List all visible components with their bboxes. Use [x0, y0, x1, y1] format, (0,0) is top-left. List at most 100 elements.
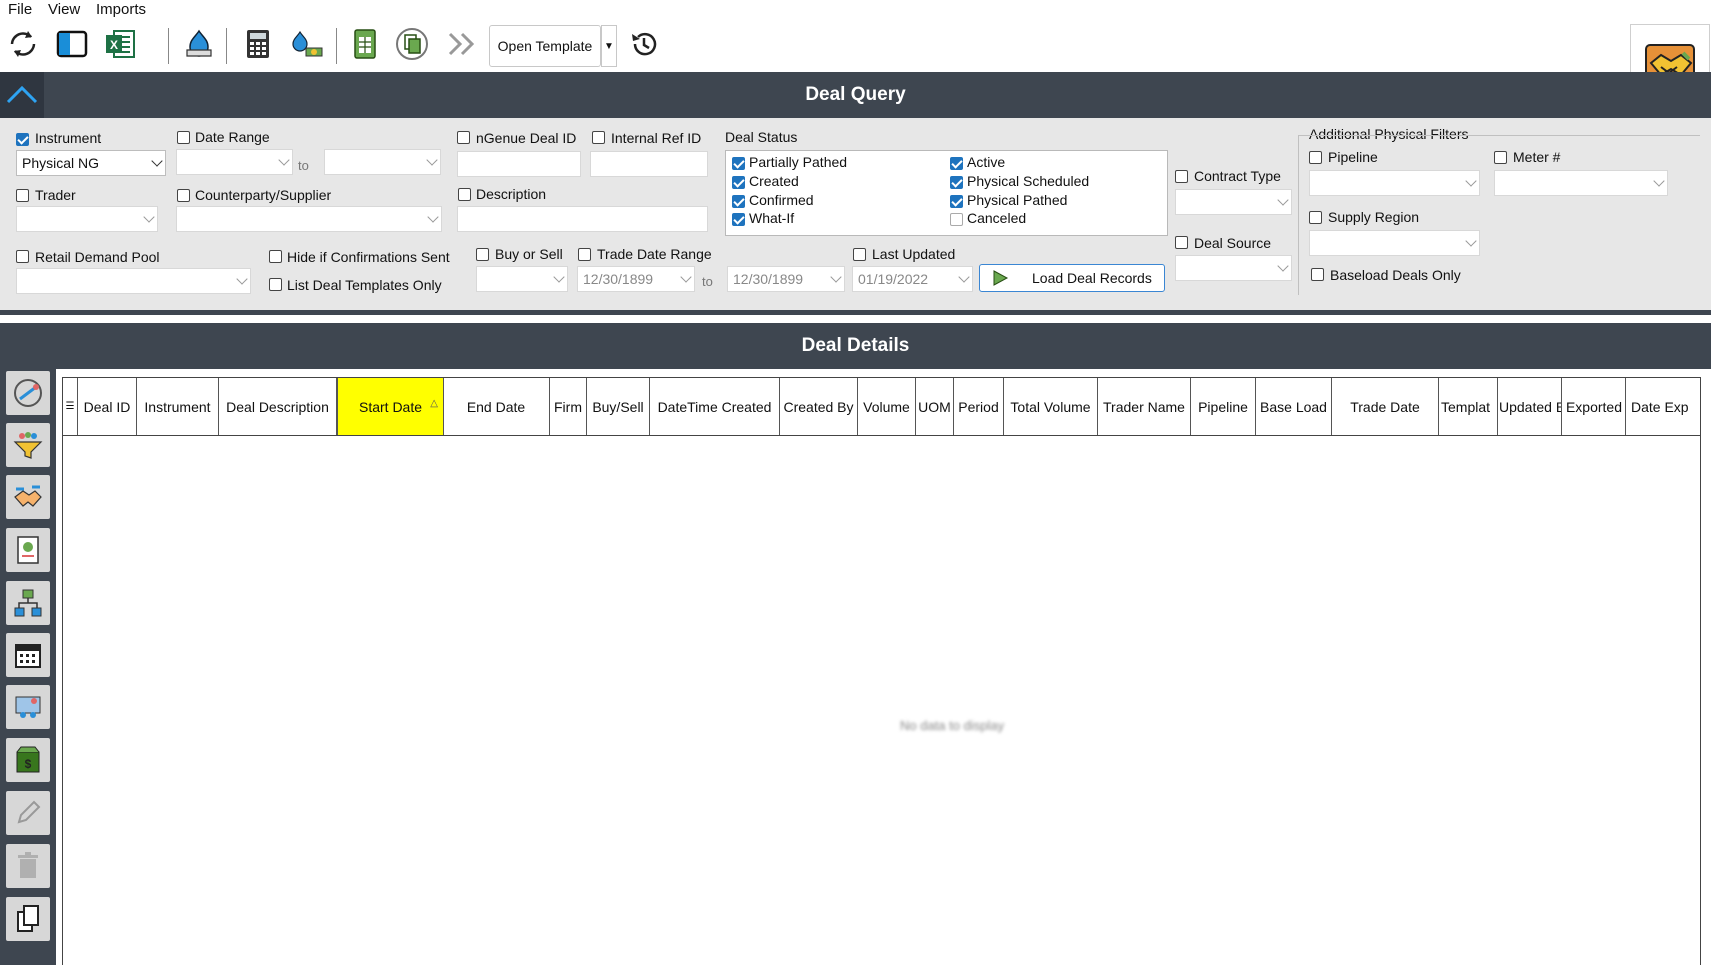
- svg-text:$: $: [25, 757, 32, 771]
- meter-checkbox[interactable]: [1494, 151, 1507, 164]
- instrument-select[interactable]: Physical NG: [16, 150, 166, 176]
- col-instrument[interactable]: Instrument: [137, 378, 219, 435]
- caret-down-icon: ▼: [604, 40, 614, 52]
- description-checkbox[interactable]: [458, 188, 471, 201]
- col-volume[interactable]: Volume: [858, 378, 916, 435]
- open-template-dropdown[interactable]: ▼: [601, 25, 617, 67]
- trade-date-range-checkbox[interactable]: [578, 248, 591, 261]
- handshake-icon[interactable]: [6, 475, 50, 519]
- col-uom[interactable]: UOM: [916, 378, 954, 435]
- copy-icon[interactable]: [6, 897, 50, 941]
- menu-imports[interactable]: Imports: [96, 1, 146, 18]
- internal-ref-id-input[interactable]: [590, 151, 708, 177]
- description-input[interactable]: [457, 206, 708, 232]
- status-partially-pathed-checkbox[interactable]: [732, 157, 745, 170]
- trade-date-to-field[interactable]: 12/30/1899: [727, 266, 845, 292]
- cash-box-icon[interactable]: $: [6, 738, 50, 782]
- contract-type-checkbox[interactable]: [1175, 170, 1188, 183]
- col-deal-id[interactable]: Deal ID: [78, 378, 137, 435]
- date-range-checkbox[interactable]: [177, 131, 190, 144]
- status-confirmed-checkbox[interactable]: [732, 195, 745, 208]
- supply-region-checkbox[interactable]: [1309, 211, 1322, 224]
- col-date-exp[interactable]: Date Exp: [1626, 378, 1700, 435]
- col-created-by[interactable]: Created By: [780, 378, 858, 435]
- contract-type-select[interactable]: [1175, 189, 1292, 215]
- trash-icon[interactable]: [6, 844, 50, 888]
- status-physical-pathed-checkbox[interactable]: [950, 195, 963, 208]
- trader-select[interactable]: [16, 206, 158, 232]
- col-exported[interactable]: Exported: [1563, 378, 1626, 435]
- collapse-button[interactable]: [0, 72, 44, 118]
- deal-status-label: Deal Status: [725, 129, 798, 145]
- col-total-volume[interactable]: Total Volume: [1004, 378, 1098, 435]
- status-created-checkbox[interactable]: [732, 176, 745, 189]
- calculator-icon[interactable]: [238, 24, 278, 64]
- menu-view[interactable]: View: [48, 1, 80, 18]
- col-start-date[interactable]: Start Date △: [337, 378, 444, 435]
- date-range-to-field[interactable]: [324, 149, 441, 175]
- status-physical-scheduled-checkbox[interactable]: [950, 176, 963, 189]
- history-icon[interactable]: [624, 24, 664, 64]
- buy-or-sell-select[interactable]: [476, 266, 568, 292]
- counterparty-select[interactable]: [176, 206, 442, 232]
- pipeline-money-icon[interactable]: [287, 24, 327, 64]
- contract-icon[interactable]: [6, 528, 50, 572]
- layout-icon[interactable]: [52, 24, 92, 64]
- col-template[interactable]: Templat: [1439, 378, 1498, 435]
- baseload-checkbox[interactable]: [1311, 268, 1324, 281]
- retail-demand-pool-select[interactable]: [16, 268, 251, 294]
- network-icon[interactable]: [6, 581, 50, 625]
- date-range-from-field[interactable]: [176, 149, 293, 175]
- internal-ref-id-checkbox[interactable]: [592, 131, 605, 144]
- open-template-button[interactable]: Open Template: [489, 25, 601, 67]
- grid-body[interactable]: [62, 436, 1701, 965]
- status-active-checkbox[interactable]: [950, 157, 963, 170]
- pipeline-wrench-icon[interactable]: [6, 371, 50, 415]
- copy-cycle-icon[interactable]: [392, 24, 432, 64]
- col-period[interactable]: Period: [954, 378, 1004, 435]
- ngenue-deal-id-input[interactable]: [457, 151, 581, 177]
- double-chevron-icon[interactable]: [442, 24, 482, 64]
- gas-flame-icon[interactable]: [179, 24, 219, 64]
- col-end-date[interactable]: End Date: [443, 378, 550, 435]
- deal-source-checkbox[interactable]: [1175, 236, 1188, 249]
- deal-status-group: Partially Pathed Created Confirmed What-…: [725, 150, 1168, 236]
- col-pipeline[interactable]: Pipeline: [1191, 378, 1256, 435]
- trader-checkbox[interactable]: [16, 189, 29, 202]
- excel-icon[interactable]: X: [100, 24, 140, 64]
- hide-confirmations-checkbox[interactable]: [269, 250, 282, 263]
- counterparty-checkbox[interactable]: [177, 189, 190, 202]
- pencil-icon[interactable]: [6, 791, 50, 835]
- list-templates-checkbox[interactable]: [269, 278, 282, 291]
- col-trader-name[interactable]: Trader Name: [1098, 378, 1191, 435]
- funnel-people-icon[interactable]: [6, 423, 50, 467]
- meeting-icon[interactable]: [6, 685, 50, 729]
- menu-file[interactable]: File: [8, 1, 32, 18]
- trade-date-from-field[interactable]: 12/30/1899: [577, 266, 695, 292]
- instrument-checkbox[interactable]: [16, 133, 29, 146]
- pipeline-checkbox[interactable]: [1309, 151, 1322, 164]
- buy-or-sell-checkbox[interactable]: [476, 248, 489, 261]
- col-trade-date[interactable]: Trade Date: [1332, 378, 1439, 435]
- supply-region-select[interactable]: [1309, 230, 1480, 256]
- last-updated-field[interactable]: 01/19/2022: [852, 266, 973, 292]
- col-deal-description[interactable]: Deal Description: [219, 378, 337, 435]
- refresh-icon[interactable]: [3, 24, 43, 64]
- status-what-if-checkbox[interactable]: [732, 213, 745, 226]
- ngenue-deal-id-checkbox[interactable]: [457, 131, 470, 144]
- column-chooser-icon[interactable]: ☰: [63, 378, 78, 435]
- spreadsheet-icon[interactable]: [345, 24, 385, 64]
- status-canceled-checkbox[interactable]: [950, 213, 963, 226]
- load-deal-records-button[interactable]: Load Deal Records: [979, 264, 1165, 292]
- meter-select[interactable]: [1494, 170, 1668, 196]
- retail-demand-pool-checkbox[interactable]: [16, 250, 29, 263]
- col-updated-by[interactable]: Updated By: [1499, 378, 1562, 435]
- col-datetime-created[interactable]: DateTime Created: [650, 378, 780, 435]
- pipeline-select[interactable]: [1309, 170, 1480, 196]
- calendar-icon[interactable]: [6, 633, 50, 677]
- deal-source-select[interactable]: [1175, 255, 1292, 281]
- col-buy-sell[interactable]: Buy/Sell: [587, 378, 650, 435]
- col-firm[interactable]: Firm: [550, 378, 587, 435]
- col-base-load[interactable]: Base Load: [1256, 378, 1332, 435]
- last-updated-checkbox[interactable]: [853, 248, 866, 261]
